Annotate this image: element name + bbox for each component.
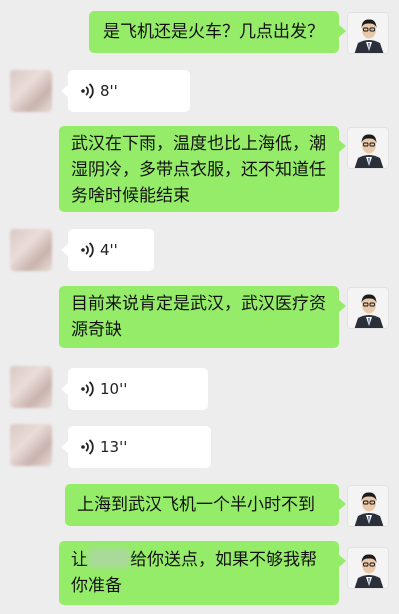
voice-wave-icon bbox=[81, 381, 94, 397]
voice-duration: 10'' bbox=[100, 380, 128, 398]
message-text-start: 让 bbox=[71, 550, 88, 570]
voice-wave-icon bbox=[81, 83, 94, 99]
avatar[interactable] bbox=[10, 229, 52, 271]
message-row: 武汉在下雨，温度也比上海低，潮湿阴冷，多带点衣服，还不知道任务啥时候能结束 bbox=[0, 126, 399, 216]
text-bubble-sent[interactable]: 上海到武汉飞机一个半小时不到 bbox=[65, 484, 346, 526]
text-bubble-sent[interactable]: 目前来说肯定是武汉，武汉医疗资源奇缺 bbox=[59, 286, 346, 348]
avatar[interactable] bbox=[347, 485, 389, 527]
text-bubble-sent[interactable]: 让给你送点，如果不够我帮你准备 bbox=[59, 541, 346, 605]
voice-duration: 8'' bbox=[100, 82, 118, 100]
avatar[interactable] bbox=[10, 366, 52, 408]
avatar[interactable] bbox=[347, 287, 389, 329]
voice-bubble[interactable]: 10'' bbox=[61, 368, 208, 410]
message-row: 是飞机还是火车？几点出发？ bbox=[0, 10, 399, 54]
redacted-name bbox=[88, 548, 130, 568]
man-in-suit-icon bbox=[348, 486, 388, 526]
avatar[interactable] bbox=[347, 127, 389, 169]
avatar[interactable] bbox=[347, 12, 389, 54]
message-text: 目前来说肯定是武汉，武汉医疗资源奇缺 bbox=[71, 294, 326, 340]
message-row: 13'' bbox=[0, 424, 399, 470]
message-text: 武汉在下雨，温度也比上海低，潮湿阴冷，多带点衣服，还不知道任务啥时候能结束 bbox=[71, 134, 326, 206]
message-row: 4'' bbox=[0, 229, 399, 275]
voice-wave-icon bbox=[81, 439, 94, 455]
voice-duration: 4'' bbox=[100, 241, 118, 259]
message-row: 让给你送点，如果不够我帮你准备 bbox=[0, 541, 399, 609]
avatar[interactable] bbox=[10, 70, 52, 112]
message-row: 上海到武汉飞机一个半小时不到 bbox=[0, 483, 399, 529]
man-in-suit-icon bbox=[348, 288, 388, 328]
avatar[interactable] bbox=[347, 547, 389, 589]
text-bubble-sent[interactable]: 武汉在下雨，温度也比上海低，潮湿阴冷，多带点衣服，还不知道任务啥时候能结束 bbox=[59, 126, 346, 212]
voice-bubble[interactable]: 8'' bbox=[61, 70, 190, 112]
avatar[interactable] bbox=[10, 424, 52, 466]
man-in-suit-icon bbox=[348, 548, 388, 588]
man-in-suit-icon bbox=[348, 128, 388, 168]
message-row: 10'' bbox=[0, 366, 399, 412]
message-text: 上海到武汉飞机一个半小时不到 bbox=[77, 495, 315, 515]
voice-duration: 13'' bbox=[100, 438, 128, 456]
message-row: 8'' bbox=[0, 70, 399, 116]
voice-wave-icon bbox=[81, 242, 94, 258]
message-text: 是飞机还是火车？几点出发？ bbox=[103, 22, 324, 42]
message-row: 目前来说肯定是武汉，武汉医疗资源奇缺 bbox=[0, 286, 399, 352]
voice-bubble[interactable]: 13'' bbox=[61, 426, 211, 468]
text-bubble-sent[interactable]: 是飞机还是火车？几点出发？ bbox=[89, 11, 346, 53]
man-in-suit-icon bbox=[348, 13, 388, 53]
voice-bubble[interactable]: 4'' bbox=[61, 229, 154, 271]
